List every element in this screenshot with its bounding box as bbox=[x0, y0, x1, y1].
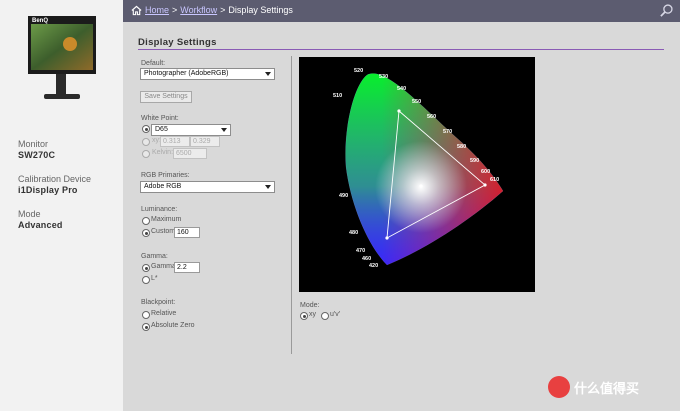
wavelength-label: 540 bbox=[397, 86, 406, 92]
wavelength-label: 610 bbox=[490, 177, 499, 183]
chromaticity-diagram: 520 530 540 550 510 560 570 580 590 600 … bbox=[299, 57, 535, 292]
calibration-device-label: Calibration Device bbox=[18, 174, 92, 184]
panel-divider bbox=[291, 56, 292, 354]
luminance-maximum-label: Maximum bbox=[151, 216, 182, 223]
gamma-value-radio[interactable] bbox=[142, 264, 150, 272]
breadcrumb-workflow[interactable]: Workflow bbox=[180, 5, 217, 15]
wavelength-label: 480 bbox=[349, 230, 358, 236]
white-point-x-input[interactable]: 0.313 bbox=[160, 136, 190, 147]
wavelength-label: 490 bbox=[339, 193, 348, 199]
rgb-primaries-select-value: Adobe RGB bbox=[144, 183, 182, 190]
monitor-label: Monitor bbox=[18, 139, 49, 149]
white-point-preset-radio[interactable] bbox=[142, 125, 150, 133]
monitor-image: BenQ bbox=[28, 16, 96, 99]
kelvin-input[interactable]: 6500 bbox=[173, 148, 207, 159]
header-bar: Home > Workflow > Display Settings bbox=[123, 0, 680, 22]
luminance-custom-input[interactable]: 160 bbox=[174, 227, 200, 238]
gamma-input[interactable]: 2.2 bbox=[174, 262, 200, 273]
wavelength-label: 580 bbox=[457, 144, 466, 150]
lstar-label: L* bbox=[151, 275, 158, 282]
blackpoint-label: Blackpoint: bbox=[141, 299, 176, 306]
breadcrumb-separator: > bbox=[172, 5, 178, 15]
home-icon[interactable] bbox=[131, 5, 142, 16]
gamma-lstar-radio[interactable] bbox=[142, 276, 150, 284]
wavelength-label: 520 bbox=[354, 68, 363, 74]
page-title: Display Settings bbox=[138, 37, 217, 48]
svg-text:BenQ: BenQ bbox=[32, 18, 48, 24]
wavelength-label: 510 bbox=[333, 93, 342, 99]
kelvin-label: Kelvin: bbox=[152, 149, 174, 156]
blackpoint-relative-label: Relative bbox=[151, 310, 177, 317]
plot-mode-uv-label: u'v' bbox=[330, 311, 341, 318]
plot-mode-uv-radio[interactable] bbox=[321, 312, 329, 320]
default-select-value: Photographer (AdobeRGB) bbox=[144, 70, 229, 77]
white-point-select-value: D65 bbox=[155, 126, 168, 133]
mode-value: Advanced bbox=[18, 220, 63, 230]
luminance-custom-label: Custom bbox=[151, 228, 176, 235]
watermark-logo bbox=[548, 376, 570, 398]
white-point-label: White Point: bbox=[141, 115, 179, 122]
wavelength-label: 560 bbox=[427, 114, 436, 120]
breadcrumb-home[interactable]: Home bbox=[145, 5, 169, 15]
breadcrumb-current: Display Settings bbox=[228, 5, 293, 15]
chevron-down-icon bbox=[265, 72, 271, 76]
breadcrumb: Home > Workflow > Display Settings bbox=[145, 5, 293, 15]
white-point-y-input[interactable]: 0.329 bbox=[190, 136, 220, 147]
default-select[interactable]: Photographer (AdobeRGB) bbox=[140, 68, 275, 80]
gamma-label: Gamma: bbox=[141, 253, 168, 260]
watermark-text: 什么值得买 bbox=[574, 381, 640, 396]
plot-mode-xy-radio[interactable] bbox=[300, 312, 308, 320]
wavelength-label: 460 bbox=[362, 256, 371, 262]
wavelength-label: 470 bbox=[356, 248, 365, 254]
default-label: Default: bbox=[141, 60, 166, 67]
wavelength-label: 600 bbox=[481, 169, 490, 175]
rgb-primaries-label: RGB Primaries: bbox=[141, 172, 190, 179]
plot-mode-label: Mode: bbox=[300, 302, 320, 309]
mode-label: Mode bbox=[18, 209, 41, 219]
white-point-xy-radio[interactable] bbox=[142, 138, 150, 146]
save-settings-button[interactable]: Save Settings bbox=[140, 91, 192, 103]
title-divider bbox=[138, 49, 664, 50]
sidebar: BenQ Monitor SW270C Calibration Device i… bbox=[0, 0, 124, 411]
chevron-down-icon bbox=[265, 185, 271, 189]
search-icon[interactable] bbox=[659, 3, 674, 18]
gamma-option-label: Gamma bbox=[151, 263, 176, 270]
white-point-select[interactable]: D65 bbox=[151, 124, 231, 136]
rgb-primaries-select[interactable]: Adobe RGB bbox=[140, 181, 275, 193]
calibration-device-value: i1Display Pro bbox=[18, 185, 78, 195]
blackpoint-absolute-label: Absolute Zero bbox=[151, 322, 195, 329]
main-content: Display Settings Default: Photographer (… bbox=[123, 22, 680, 411]
blackpoint-absolute-radio[interactable] bbox=[142, 323, 150, 331]
luminance-custom-radio[interactable] bbox=[142, 229, 150, 237]
blackpoint-relative-radio[interactable] bbox=[142, 311, 150, 319]
monitor-value: SW270C bbox=[18, 150, 56, 160]
luminance-label: Luminance: bbox=[141, 206, 178, 213]
wavelength-label: 590 bbox=[470, 158, 479, 164]
wavelength-label: 570 bbox=[443, 129, 452, 135]
wavelength-label: 420 bbox=[369, 263, 378, 269]
chevron-down-icon bbox=[221, 128, 227, 132]
breadcrumb-separator: > bbox=[220, 5, 226, 15]
wavelength-label: 530 bbox=[379, 74, 388, 80]
wavelength-label: 550 bbox=[412, 99, 421, 105]
plot-mode-xy-label: xy bbox=[309, 311, 316, 318]
white-point-kelvin-radio[interactable] bbox=[142, 150, 150, 158]
luminance-maximum-radio[interactable] bbox=[142, 217, 150, 225]
